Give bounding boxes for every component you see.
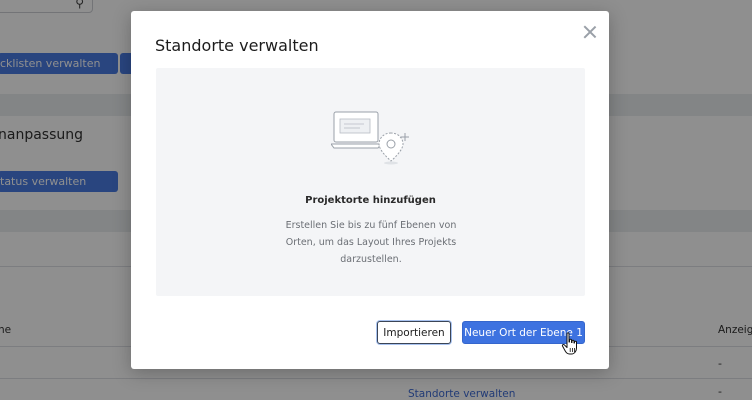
hand-cursor-icon [561, 332, 577, 355]
empty-state-description: Erstellen Sie bis zu fünf Ebenen von Ort… [285, 220, 457, 265]
empty-state-title: Projektorte hinzufügen [305, 195, 436, 206]
close-icon[interactable] [583, 25, 597, 39]
manage-locations-modal: Standorte verwalten Projektorte hinzufüg… [131, 11, 609, 369]
laptop-location-illustration [331, 111, 409, 165]
empty-state-panel: Projektorte hinzufügen Erstellen Sie bis… [156, 68, 585, 296]
page: ⚲ cklisten verwalten nanpassung tatus ve… [0, 0, 752, 400]
modal-title: Standorte verwalten [155, 36, 319, 55]
import-button[interactable]: Importieren [377, 321, 451, 344]
